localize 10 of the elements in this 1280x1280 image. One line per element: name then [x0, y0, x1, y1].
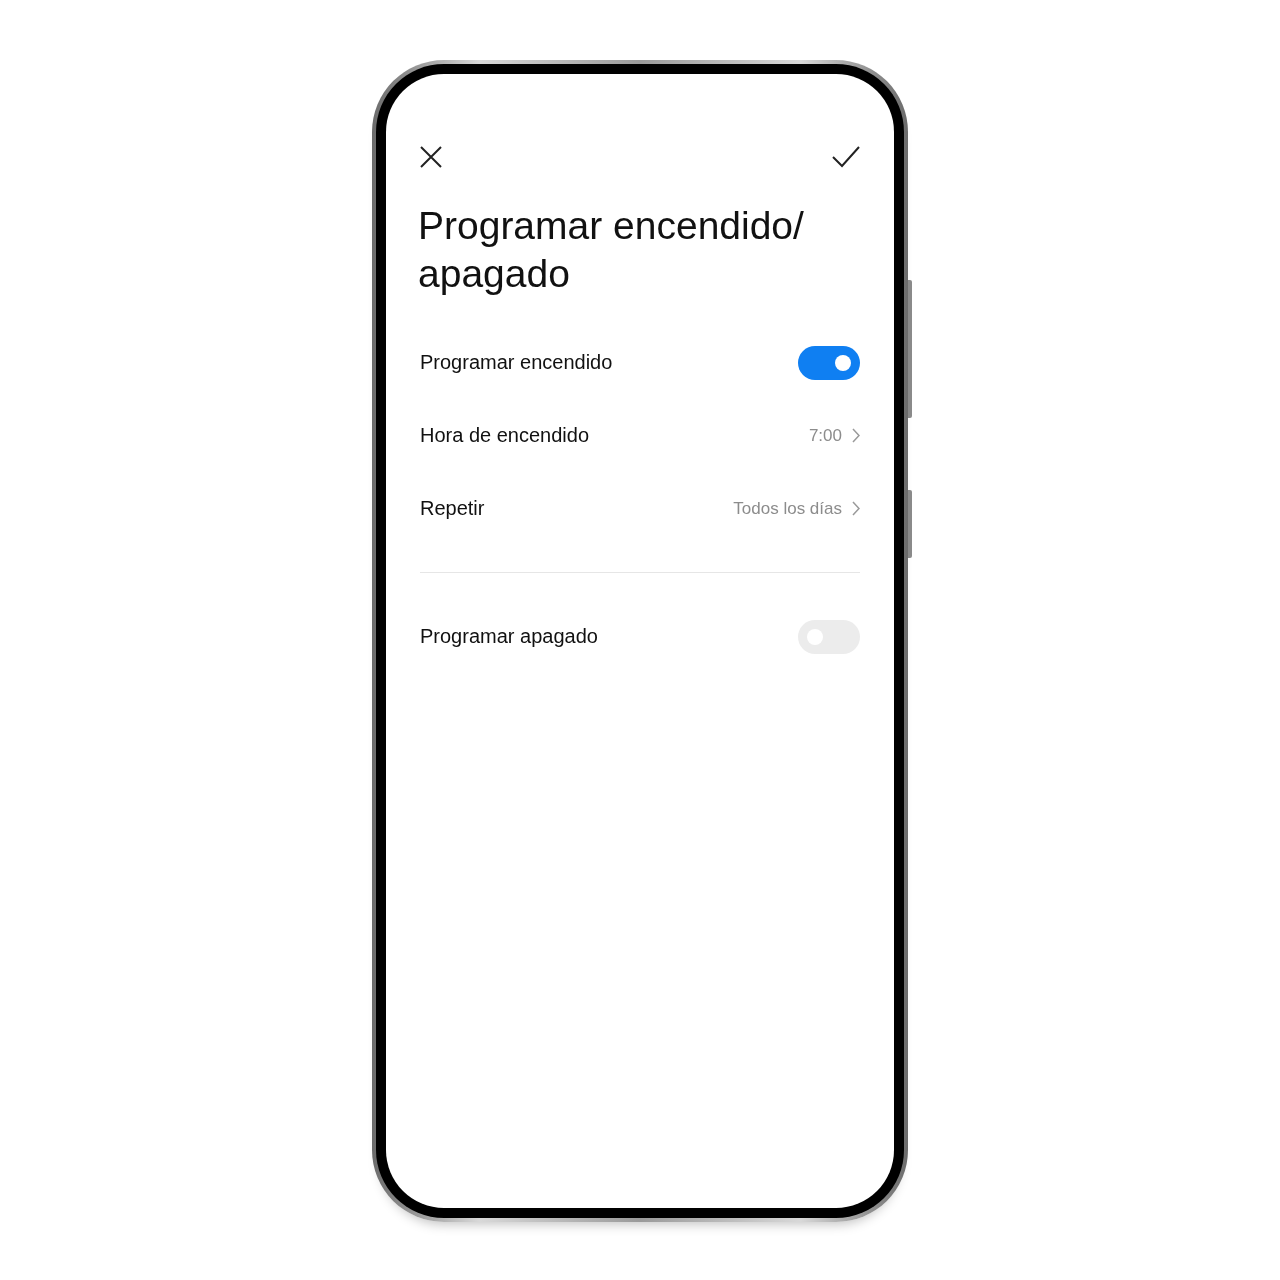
setting-label: Programar encendido: [420, 351, 613, 374]
setting-label[interactable]: Hora de encendido: [420, 424, 589, 447]
checkmark-icon[interactable]: [832, 146, 860, 168]
setting-label[interactable]: Repetir: [420, 497, 485, 520]
setting-label: Programar apagado: [420, 625, 598, 648]
toggle-switch[interactable]: [798, 345, 860, 380]
chevron-right-icon[interactable]: [852, 428, 860, 443]
page-title: Programar encendido/ apagado: [418, 203, 805, 297]
chevron-right-icon[interactable]: [852, 501, 860, 516]
close-icon[interactable]: [420, 146, 442, 168]
